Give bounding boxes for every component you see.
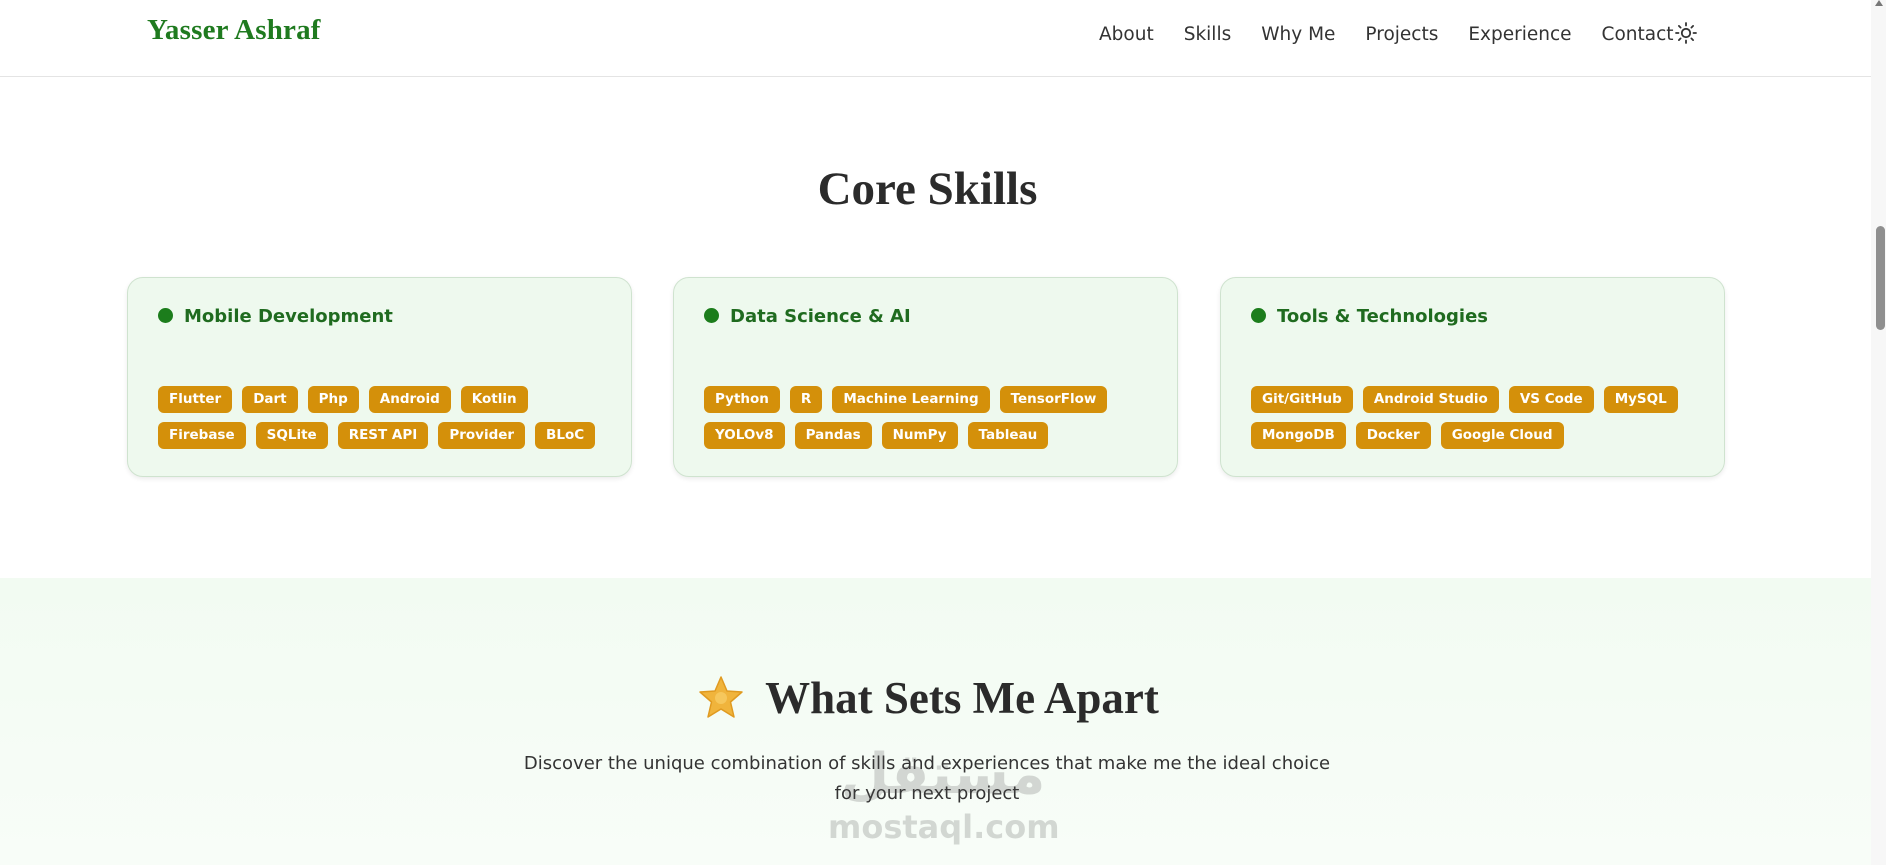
nav-why-me[interactable]: Why Me (1261, 24, 1335, 45)
tag-list: Git/GitHub Android Studio VS Code MySQL … (1251, 386, 1711, 458)
skill-tag: MongoDB (1251, 422, 1346, 449)
nav-projects[interactable]: Projects (1365, 24, 1438, 45)
skill-tag: Git/GitHub (1251, 386, 1353, 413)
tag-list: Python R Machine Learning TensorFlow YOL… (704, 386, 1164, 458)
star-icon (699, 676, 743, 718)
card-title: Tools & Technologies (1277, 306, 1489, 327)
brand-logo[interactable]: Yasser Ashraf (147, 14, 321, 47)
skill-tag: SQLite (255, 422, 328, 449)
nav-skills[interactable]: Skills (1184, 24, 1232, 45)
scroll-up-icon[interactable] (1875, 0, 1883, 6)
skill-tag: R (789, 386, 823, 413)
skill-card-tools: Tools & Technologies Git/GitHub Android … (1220, 277, 1725, 477)
bullet-dot-icon (704, 307, 719, 323)
skills-section-title: Core Skills (817, 163, 1038, 215)
scrollbar-track[interactable] (1871, 0, 1886, 865)
nav-contact[interactable]: Contact (1602, 24, 1674, 45)
scrollbar-thumb[interactable] (1876, 226, 1885, 330)
nav-experience[interactable]: Experience (1468, 24, 1571, 45)
skill-tag: Tableau (967, 422, 1049, 449)
card-header: Mobile Development (158, 306, 393, 327)
skill-tag: Firebase (158, 422, 246, 449)
card-header: Tools & Technologies (1251, 306, 1488, 327)
apart-section-title: What Sets Me Apart (765, 673, 1159, 723)
card-header: Data Science & AI (704, 306, 911, 327)
skill-tag: NumPy (881, 422, 958, 449)
card-title: Mobile Development (184, 306, 393, 327)
skill-tag: Dart (242, 386, 298, 413)
skill-tag: Docker (1355, 422, 1431, 449)
skill-card-mobile: Mobile Development Flutter Dart Php Andr… (127, 277, 632, 477)
skill-card-data-science: Data Science & AI Python R Machine Learn… (673, 277, 1178, 477)
skill-tag: Pandas (794, 422, 872, 449)
apart-section-subtitle: Discover the unique combination of skill… (523, 753, 1331, 804)
skill-tag: Kotlin (460, 386, 528, 413)
card-title: Data Science & AI (730, 306, 911, 327)
skill-tag: Google Cloud (1440, 422, 1564, 449)
skill-tag: Flutter (158, 386, 233, 413)
skill-tag: Android (368, 386, 451, 413)
apart-heading: What Sets Me Apart (0, 672, 1855, 724)
tag-list: Flutter Dart Php Android Kotlin Firebase… (158, 386, 618, 458)
skill-tag: BLoC (535, 422, 596, 449)
site-header: Yasser Ashraf About Skills Why Me Projec… (0, 0, 1871, 77)
skill-tag: REST API (337, 422, 429, 449)
nav-about[interactable]: About (1099, 24, 1154, 45)
skill-tag: VS Code (1508, 386, 1594, 413)
skill-tag: Python (704, 386, 780, 413)
skill-tag: Php (307, 386, 359, 413)
skill-tag: Android Studio (1362, 386, 1499, 413)
bullet-dot-icon (1251, 307, 1266, 323)
skill-tag: YOLOv8 (704, 422, 785, 449)
skill-tag: TensorFlow (999, 386, 1108, 413)
bullet-dot-icon (158, 307, 173, 323)
sun-icon[interactable] (1674, 21, 1698, 45)
skill-tag: Machine Learning (832, 386, 990, 413)
skill-tag: Provider (438, 422, 526, 449)
main-nav: About Skills Why Me Projects Experience … (1099, 0, 1704, 68)
skill-tag: MySQL (1603, 386, 1678, 413)
